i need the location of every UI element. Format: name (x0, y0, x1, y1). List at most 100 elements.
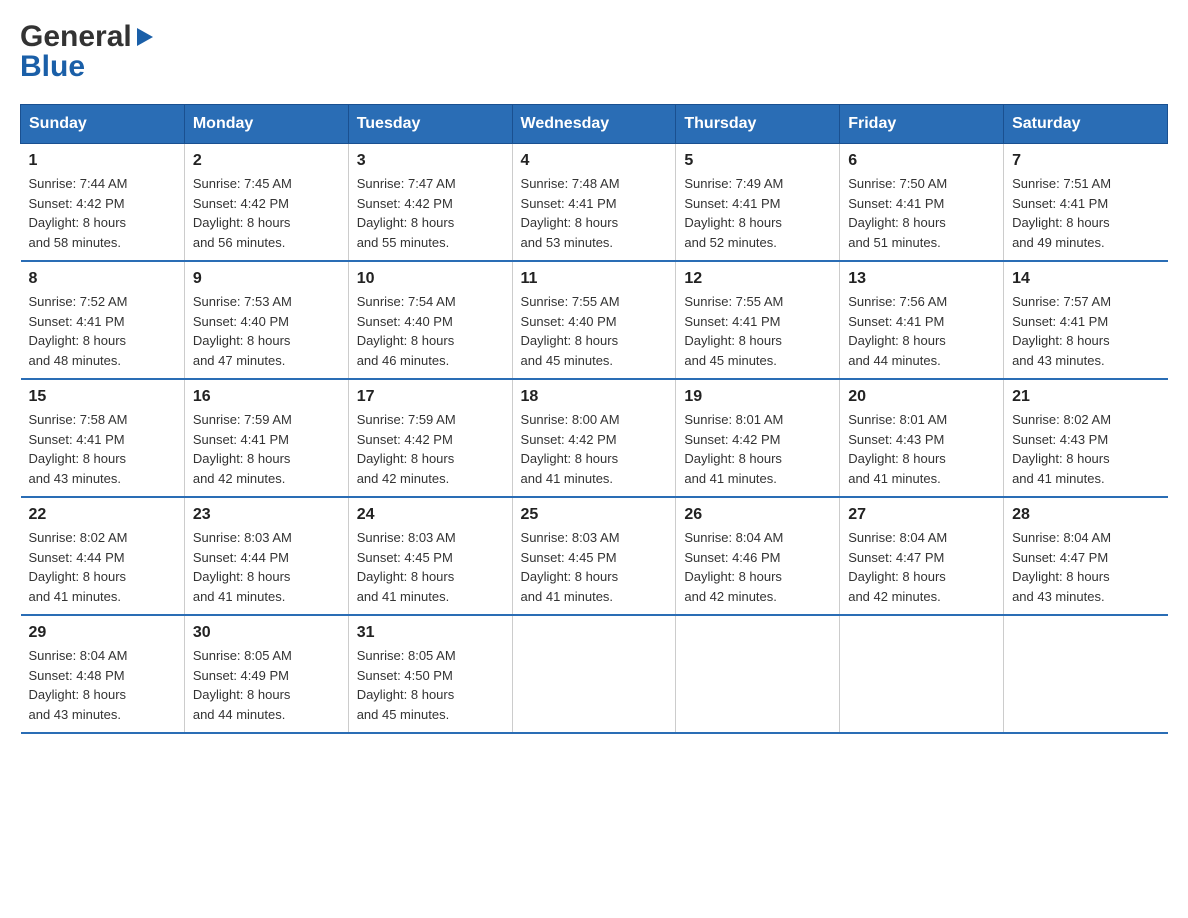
header-row: SundayMondayTuesdayWednesdayThursdayFrid… (21, 105, 1168, 144)
day-info: Sunrise: 7:54 AMSunset: 4:40 PMDaylight:… (357, 292, 504, 370)
calendar-table: SundayMondayTuesdayWednesdayThursdayFrid… (20, 104, 1168, 734)
calendar-day-cell: 17 Sunrise: 7:59 AMSunset: 4:42 PMDaylig… (348, 379, 512, 497)
day-info: Sunrise: 8:05 AMSunset: 4:49 PMDaylight:… (193, 646, 340, 724)
column-header-wednesday: Wednesday (512, 105, 676, 144)
column-header-saturday: Saturday (1004, 105, 1168, 144)
calendar-day-cell: 31 Sunrise: 8:05 AMSunset: 4:50 PMDaylig… (348, 615, 512, 733)
day-info: Sunrise: 7:58 AMSunset: 4:41 PMDaylight:… (29, 410, 176, 488)
calendar-day-cell: 24 Sunrise: 8:03 AMSunset: 4:45 PMDaylig… (348, 497, 512, 615)
day-info: Sunrise: 8:04 AMSunset: 4:46 PMDaylight:… (684, 528, 831, 606)
day-number: 14 (1012, 270, 1159, 288)
day-info: Sunrise: 7:44 AMSunset: 4:42 PMDaylight:… (29, 174, 176, 252)
calendar-day-cell: 2 Sunrise: 7:45 AMSunset: 4:42 PMDayligh… (184, 144, 348, 262)
calendar-day-cell: 10 Sunrise: 7:54 AMSunset: 4:40 PMDaylig… (348, 261, 512, 379)
calendar-day-cell: 18 Sunrise: 8:00 AMSunset: 4:42 PMDaylig… (512, 379, 676, 497)
day-number: 12 (684, 270, 831, 288)
day-info: Sunrise: 8:00 AMSunset: 4:42 PMDaylight:… (521, 410, 668, 488)
day-info: Sunrise: 7:57 AMSunset: 4:41 PMDaylight:… (1012, 292, 1159, 370)
calendar-week-row: 22 Sunrise: 8:02 AMSunset: 4:44 PMDaylig… (21, 497, 1168, 615)
day-info: Sunrise: 7:55 AMSunset: 4:41 PMDaylight:… (684, 292, 831, 370)
day-number: 13 (848, 270, 995, 288)
calendar-day-cell: 11 Sunrise: 7:55 AMSunset: 4:40 PMDaylig… (512, 261, 676, 379)
day-number: 16 (193, 388, 340, 406)
day-info: Sunrise: 7:56 AMSunset: 4:41 PMDaylight:… (848, 292, 995, 370)
calendar-week-row: 15 Sunrise: 7:58 AMSunset: 4:41 PMDaylig… (21, 379, 1168, 497)
day-number: 29 (29, 624, 176, 642)
day-info: Sunrise: 8:04 AMSunset: 4:48 PMDaylight:… (29, 646, 176, 724)
calendar-day-cell: 8 Sunrise: 7:52 AMSunset: 4:41 PMDayligh… (21, 261, 185, 379)
day-info: Sunrise: 8:01 AMSunset: 4:43 PMDaylight:… (848, 410, 995, 488)
day-number: 11 (521, 270, 668, 288)
day-number: 27 (848, 506, 995, 524)
calendar-day-cell (676, 615, 840, 733)
day-info: Sunrise: 7:47 AMSunset: 4:42 PMDaylight:… (357, 174, 504, 252)
day-info: Sunrise: 8:03 AMSunset: 4:45 PMDaylight:… (357, 528, 504, 606)
calendar-day-cell: 22 Sunrise: 8:02 AMSunset: 4:44 PMDaylig… (21, 497, 185, 615)
day-number: 22 (29, 506, 176, 524)
day-number: 20 (848, 388, 995, 406)
day-number: 3 (357, 152, 504, 170)
calendar-day-cell: 9 Sunrise: 7:53 AMSunset: 4:40 PMDayligh… (184, 261, 348, 379)
calendar-day-cell: 20 Sunrise: 8:01 AMSunset: 4:43 PMDaylig… (840, 379, 1004, 497)
day-number: 23 (193, 506, 340, 524)
day-info: Sunrise: 7:50 AMSunset: 4:41 PMDaylight:… (848, 174, 995, 252)
calendar-day-cell: 15 Sunrise: 7:58 AMSunset: 4:41 PMDaylig… (21, 379, 185, 497)
day-info: Sunrise: 8:04 AMSunset: 4:47 PMDaylight:… (848, 528, 995, 606)
calendar-day-cell: 16 Sunrise: 7:59 AMSunset: 4:41 PMDaylig… (184, 379, 348, 497)
day-info: Sunrise: 7:59 AMSunset: 4:41 PMDaylight:… (193, 410, 340, 488)
calendar-day-cell: 13 Sunrise: 7:56 AMSunset: 4:41 PMDaylig… (840, 261, 1004, 379)
calendar-body: 1 Sunrise: 7:44 AMSunset: 4:42 PMDayligh… (21, 144, 1168, 734)
day-number: 19 (684, 388, 831, 406)
day-number: 21 (1012, 388, 1159, 406)
calendar-day-cell: 12 Sunrise: 7:55 AMSunset: 4:41 PMDaylig… (676, 261, 840, 379)
day-info: Sunrise: 8:02 AMSunset: 4:44 PMDaylight:… (29, 528, 176, 606)
day-info: Sunrise: 8:04 AMSunset: 4:47 PMDaylight:… (1012, 528, 1159, 606)
calendar-day-cell: 7 Sunrise: 7:51 AMSunset: 4:41 PMDayligh… (1004, 144, 1168, 262)
logo-general-text: General (20, 20, 132, 54)
calendar-day-cell: 26 Sunrise: 8:04 AMSunset: 4:46 PMDaylig… (676, 497, 840, 615)
day-number: 2 (193, 152, 340, 170)
day-info: Sunrise: 8:03 AMSunset: 4:44 PMDaylight:… (193, 528, 340, 606)
day-info: Sunrise: 7:45 AMSunset: 4:42 PMDaylight:… (193, 174, 340, 252)
calendar-day-cell (1004, 615, 1168, 733)
calendar-day-cell: 3 Sunrise: 7:47 AMSunset: 4:42 PMDayligh… (348, 144, 512, 262)
day-number: 17 (357, 388, 504, 406)
day-number: 15 (29, 388, 176, 406)
day-info: Sunrise: 7:49 AMSunset: 4:41 PMDaylight:… (684, 174, 831, 252)
day-number: 28 (1012, 506, 1159, 524)
day-number: 6 (848, 152, 995, 170)
day-number: 18 (521, 388, 668, 406)
day-number: 5 (684, 152, 831, 170)
day-info: Sunrise: 7:59 AMSunset: 4:42 PMDaylight:… (357, 410, 504, 488)
column-header-sunday: Sunday (21, 105, 185, 144)
day-info: Sunrise: 8:01 AMSunset: 4:42 PMDaylight:… (684, 410, 831, 488)
calendar-day-cell: 25 Sunrise: 8:03 AMSunset: 4:45 PMDaylig… (512, 497, 676, 615)
day-number: 1 (29, 152, 176, 170)
calendar-day-cell: 29 Sunrise: 8:04 AMSunset: 4:48 PMDaylig… (21, 615, 185, 733)
day-number: 10 (357, 270, 504, 288)
day-info: Sunrise: 7:48 AMSunset: 4:41 PMDaylight:… (521, 174, 668, 252)
day-number: 4 (521, 152, 668, 170)
day-number: 31 (357, 624, 504, 642)
day-info: Sunrise: 8:02 AMSunset: 4:43 PMDaylight:… (1012, 410, 1159, 488)
calendar-day-cell: 28 Sunrise: 8:04 AMSunset: 4:47 PMDaylig… (1004, 497, 1168, 615)
day-info: Sunrise: 7:55 AMSunset: 4:40 PMDaylight:… (521, 292, 668, 370)
calendar-day-cell: 27 Sunrise: 8:04 AMSunset: 4:47 PMDaylig… (840, 497, 1004, 615)
calendar-day-cell: 30 Sunrise: 8:05 AMSunset: 4:49 PMDaylig… (184, 615, 348, 733)
column-header-thursday: Thursday (676, 105, 840, 144)
day-number: 25 (521, 506, 668, 524)
calendar-day-cell: 6 Sunrise: 7:50 AMSunset: 4:41 PMDayligh… (840, 144, 1004, 262)
calendar-day-cell: 4 Sunrise: 7:48 AMSunset: 4:41 PMDayligh… (512, 144, 676, 262)
day-number: 30 (193, 624, 340, 642)
column-header-monday: Monday (184, 105, 348, 144)
page-header: General Blue (20, 20, 1168, 84)
calendar-day-cell: 14 Sunrise: 7:57 AMSunset: 4:41 PMDaylig… (1004, 261, 1168, 379)
calendar-day-cell: 19 Sunrise: 8:01 AMSunset: 4:42 PMDaylig… (676, 379, 840, 497)
day-number: 8 (29, 270, 176, 288)
day-info: Sunrise: 7:53 AMSunset: 4:40 PMDaylight:… (193, 292, 340, 370)
calendar-day-cell: 23 Sunrise: 8:03 AMSunset: 4:44 PMDaylig… (184, 497, 348, 615)
day-number: 24 (357, 506, 504, 524)
calendar-day-cell: 1 Sunrise: 7:44 AMSunset: 4:42 PMDayligh… (21, 144, 185, 262)
calendar-day-cell: 21 Sunrise: 8:02 AMSunset: 4:43 PMDaylig… (1004, 379, 1168, 497)
logo: General Blue (20, 20, 156, 84)
